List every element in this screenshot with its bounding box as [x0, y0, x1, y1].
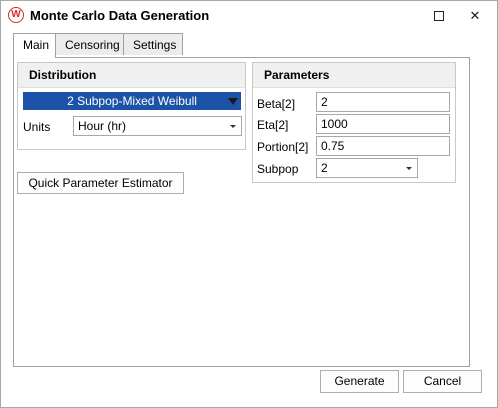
window-title: Monte Carlo Data Generation — [30, 8, 210, 23]
eta-label: Eta[2] — [257, 118, 289, 132]
distribution-group: Distribution 2 Subpop-Mixed Weibull Unit… — [17, 62, 246, 150]
distribution-select[interactable]: 2 Subpop-Mixed Weibull — [23, 92, 241, 110]
dialog-window: W Monte Carlo Data Generation ✕ Main Cen… — [0, 0, 498, 408]
portion-value: 0.75 — [321, 139, 345, 153]
parameters-group: Parameters Beta[2] 2 Eta[2] 1000 Portion… — [252, 62, 456, 183]
tab-settings-label: Settings — [133, 38, 177, 52]
portion-field[interactable]: 0.75 — [316, 136, 450, 156]
tab-censoring[interactable]: Censoring — [55, 33, 124, 55]
main-tab-panel: Distribution 2 Subpop-Mixed Weibull Unit… — [13, 57, 470, 367]
eta-field[interactable]: 1000 — [316, 114, 450, 134]
beta-label: Beta[2] — [257, 97, 296, 111]
close-icon: ✕ — [469, 8, 481, 23]
title-bar: W Monte Carlo Data Generation ✕ — [1, 1, 497, 31]
cancel-label: Cancel — [423, 374, 462, 388]
generate-button[interactable]: Generate — [320, 370, 399, 393]
dropdown-arrow-icon — [228, 98, 238, 105]
eta-value: 1000 — [321, 117, 348, 131]
beta-field[interactable]: 2 — [316, 92, 450, 112]
distribution-select-value: 2 Subpop-Mixed Weibull — [67, 94, 197, 108]
portion-label: Portion[2] — [257, 140, 309, 154]
beta-value: 2 — [321, 95, 328, 109]
cancel-button[interactable]: Cancel — [403, 370, 482, 393]
generate-label: Generate — [334, 374, 385, 388]
weibull-logo-icon: W — [8, 7, 24, 23]
quick-parameter-estimator-label: Quick Parameter Estimator — [28, 176, 173, 190]
maximize-icon — [434, 11, 444, 21]
tab-censoring-label: Censoring — [65, 38, 120, 52]
subpop-label: Subpop — [257, 162, 299, 176]
chevron-down-icon — [230, 125, 236, 128]
units-value: Hour (hr) — [78, 119, 127, 133]
parameters-header: Parameters — [253, 63, 455, 88]
units-label: Units — [23, 120, 51, 134]
subpop-combobox[interactable]: 2 — [316, 158, 418, 178]
close-button[interactable]: ✕ — [457, 1, 493, 31]
tab-main-label: Main — [23, 38, 50, 52]
chevron-down-icon — [406, 167, 412, 170]
tab-main[interactable]: Main — [13, 33, 56, 58]
quick-parameter-estimator-button[interactable]: Quick Parameter Estimator — [17, 172, 184, 194]
subpop-value: 2 — [321, 161, 328, 175]
distribution-header: Distribution — [18, 63, 245, 88]
tab-settings[interactable]: Settings — [123, 33, 183, 55]
maximize-button[interactable] — [421, 1, 457, 31]
units-combobox[interactable]: Hour (hr) — [73, 116, 242, 136]
